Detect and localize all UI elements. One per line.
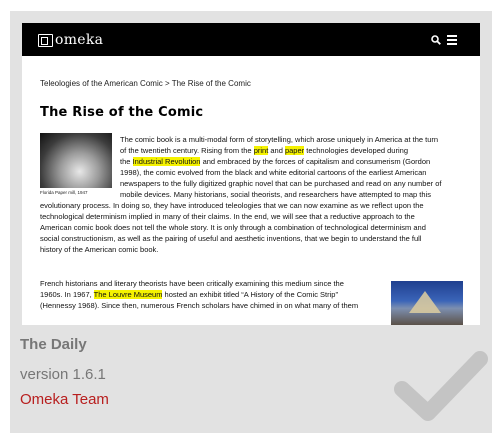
highlight: The Louvre Museum xyxy=(93,290,163,299)
logo-text: omeka xyxy=(55,32,104,48)
paragraph-line: The comic book is a multi-modal form of … xyxy=(120,135,439,144)
paragraph-line: of the twentieth century. Rising from th… xyxy=(120,146,408,155)
paragraph-line: newspapers to the fully digitized graphi… xyxy=(120,179,442,188)
highlight: print xyxy=(253,146,269,155)
paragraph-line: the Industrial Revolution and embraced b… xyxy=(120,157,431,166)
theme-preview: omeka Teleologies of the American Comic … xyxy=(22,23,480,325)
figure-caption: Florida Paper mill, 1947 xyxy=(40,190,88,195)
paragraph-line: technological determinism implied in man… xyxy=(40,212,415,221)
paragraph-line: (Hennessy 1968). Since then, numerous Fr… xyxy=(40,301,359,310)
paper-mill-photo xyxy=(40,133,112,188)
louvre-photo xyxy=(391,281,463,325)
plugin-card[interactable]: omeka Teleologies of the American Comic … xyxy=(10,11,492,433)
paragraph-line: evolutionary process. In doing so, they … xyxy=(40,201,424,210)
site-header: omeka xyxy=(22,23,480,56)
paragraph-line: 1960s. In 1967, The Louvre Museum hosted… xyxy=(40,290,338,299)
author-link[interactable]: Omeka Team xyxy=(20,391,109,408)
logo-icon xyxy=(38,33,53,47)
menu-icon[interactable] xyxy=(447,35,457,45)
paragraph-line: American comic book does not tell the wh… xyxy=(40,223,426,232)
checkmark-icon xyxy=(394,351,488,421)
paragraph-line: history of the American comic book. xyxy=(40,245,159,254)
search-icon[interactable] xyxy=(431,35,441,45)
plugin-version: version 1.6.1 xyxy=(20,366,106,383)
highlight: Industrial Revolution xyxy=(132,157,201,166)
site-logo[interactable]: omeka xyxy=(38,32,103,48)
paragraph-line: French historians and literary theorists… xyxy=(40,279,344,288)
highlight: paper xyxy=(284,146,305,155)
paragraph-line: mobile devices. Many historians, social … xyxy=(120,190,431,199)
paragraph-line: social constructionism, as well as the p… xyxy=(40,234,422,243)
breadcrumb: Teleologies of the American Comic > The … xyxy=(40,79,251,88)
page-title: The Rise of the Comic xyxy=(40,105,204,120)
plugin-name: The Daily xyxy=(20,336,87,353)
paragraph-line: 1998), the comic evolved from the black … xyxy=(120,168,427,177)
